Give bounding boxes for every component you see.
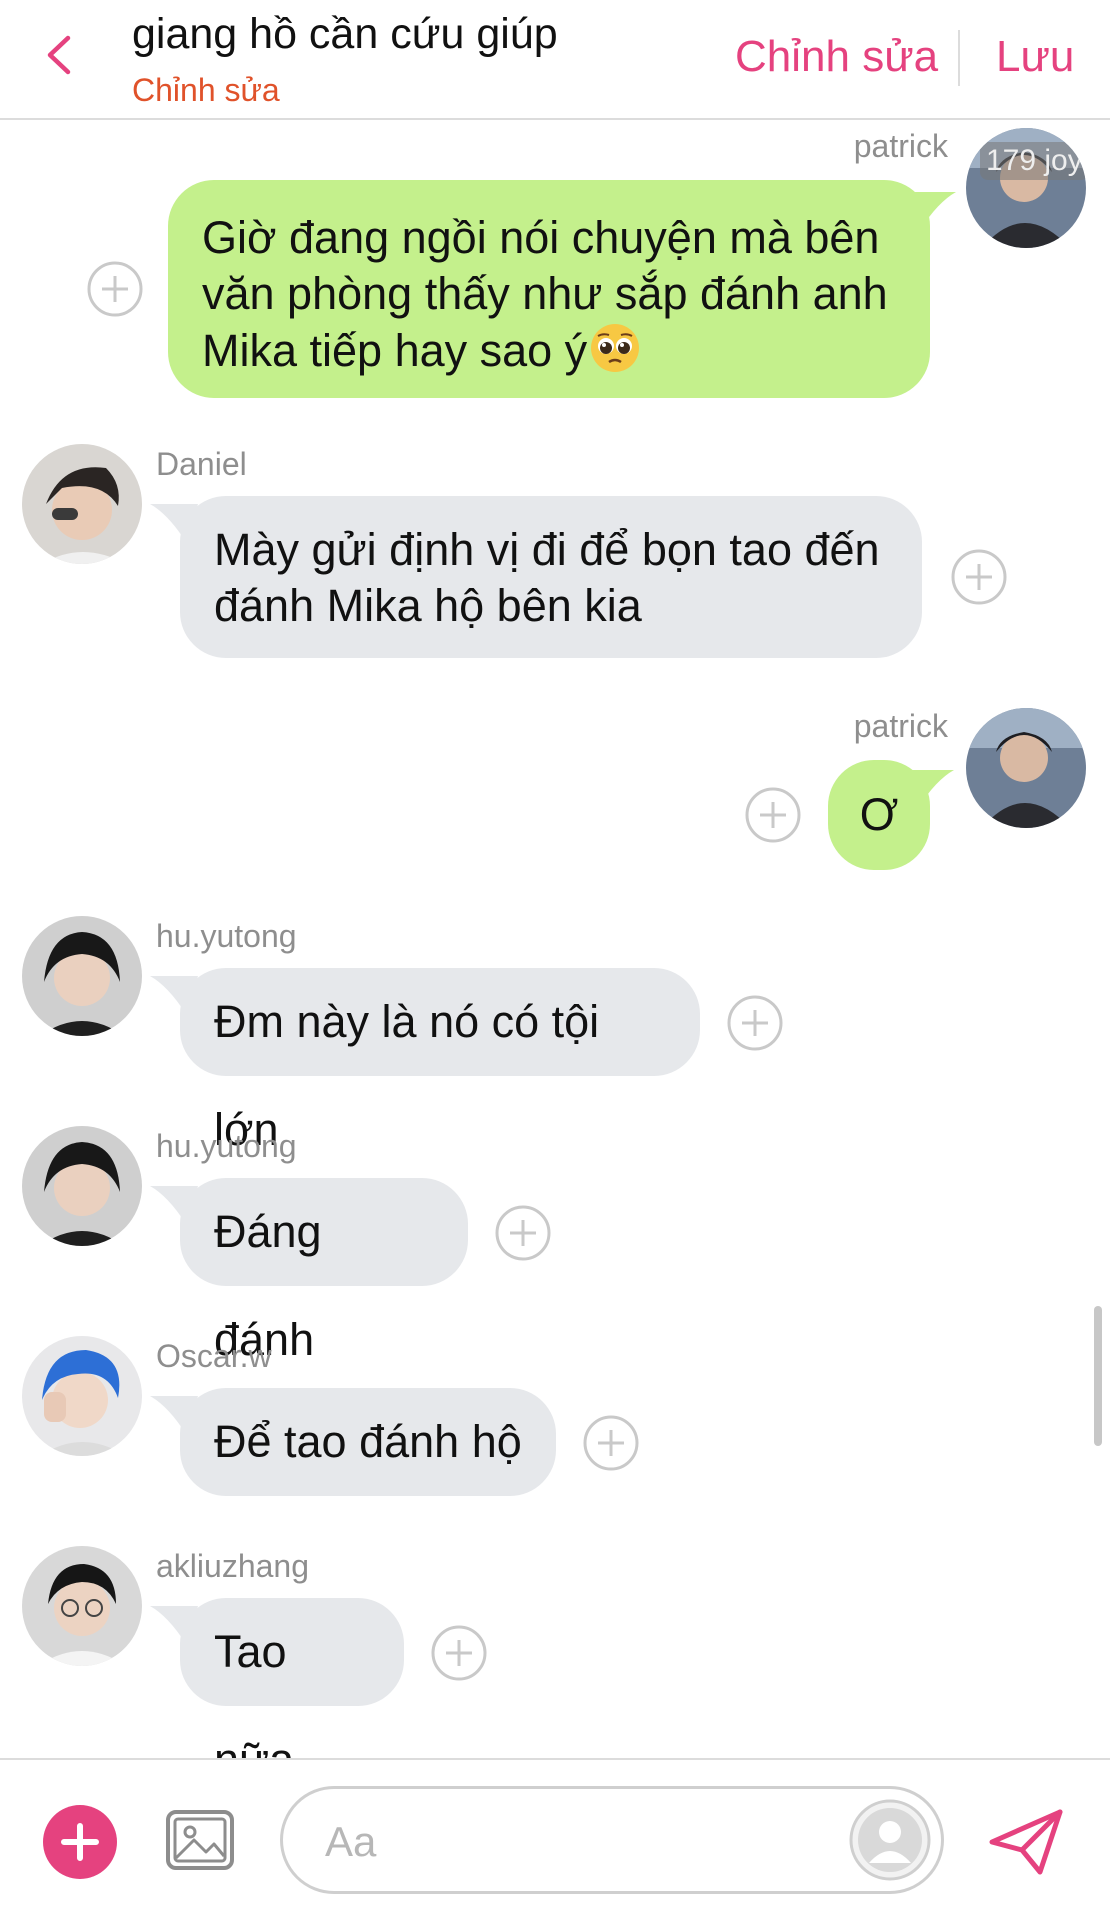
add-reaction-button[interactable] bbox=[582, 1414, 640, 1472]
avatar[interactable] bbox=[22, 1336, 142, 1456]
avatar[interactable]: 179 joy bbox=[966, 128, 1086, 248]
back-button[interactable] bbox=[36, 30, 86, 80]
chat-title: giang hồ cần cứu giúp bbox=[132, 10, 558, 58]
pleading-face-emoji bbox=[591, 324, 640, 372]
chat-header: giang hồ cần cứu giúp Chỉnh sửa Chỉnh sử… bbox=[0, 0, 1110, 120]
sender-name: Oscar.w bbox=[156, 1338, 272, 1374]
sender-name: akliuzhang bbox=[156, 1548, 309, 1584]
message-bubble[interactable]: Tao nữa bbox=[180, 1598, 404, 1785]
message-input[interactable] bbox=[323, 1813, 827, 1871]
add-reaction-button[interactable] bbox=[86, 260, 144, 318]
avatar[interactable] bbox=[22, 444, 142, 564]
add-reaction-button[interactable] bbox=[430, 1624, 488, 1682]
message-bubble[interactable]: Ơ bbox=[828, 760, 930, 870]
scrollbar[interactable] bbox=[1094, 1306, 1102, 1446]
avatar-overlay-text: 179 joy bbox=[980, 142, 1086, 180]
chat-subtitle[interactable]: Chỉnh sửa bbox=[132, 72, 280, 109]
image-button[interactable] bbox=[164, 1804, 236, 1876]
save-button[interactable]: Lưu bbox=[996, 32, 1074, 82]
add-button[interactable] bbox=[42, 1804, 118, 1880]
message-bubble[interactable]: Mày gửi định vị đi để bọn tao đến đánh M… bbox=[180, 496, 922, 658]
add-reaction-button[interactable] bbox=[726, 994, 784, 1052]
message-bubble[interactable]: Giờ đang ngồi nói chuyện mà bên văn phòn… bbox=[168, 180, 930, 398]
chevron-left-icon bbox=[47, 35, 71, 75]
message-bubble[interactable]: Đm này là nó có tội lớn bbox=[180, 968, 700, 1155]
sender-name: hu.yutong bbox=[156, 1128, 297, 1164]
person-icon bbox=[879, 1821, 901, 1843]
profile-button[interactable] bbox=[849, 1799, 931, 1881]
sender-name: Daniel bbox=[156, 446, 247, 482]
add-reaction-button[interactable] bbox=[744, 786, 802, 844]
message-input-wrapper bbox=[280, 1786, 944, 1894]
add-reaction-button[interactable] bbox=[950, 548, 1008, 606]
message-bubble[interactable]: Đáng đánh bbox=[180, 1178, 468, 1365]
avatar[interactable] bbox=[22, 1546, 142, 1666]
message-bubble[interactable]: Để tao đánh hộ bbox=[180, 1388, 556, 1496]
message-line: Mày gửi định vị đi để bọn tao đến bbox=[214, 524, 880, 575]
composer-bar bbox=[0, 1758, 1110, 1922]
message-line: Giờ đang ngồi nói chuyện mà bên bbox=[202, 212, 880, 263]
sender-name: patrick bbox=[853, 708, 948, 744]
sender-name: patrick bbox=[853, 128, 948, 164]
avatar[interactable] bbox=[22, 1126, 142, 1246]
edit-button[interactable]: Chỉnh sửa bbox=[735, 32, 938, 82]
message-line: Ơ bbox=[859, 789, 899, 840]
message-line: đánh Mika hộ bên kia bbox=[214, 580, 642, 631]
sender-name: hu.yutong bbox=[156, 918, 297, 954]
send-button[interactable] bbox=[986, 1806, 1066, 1878]
message-line: Mika tiếp hay sao ý bbox=[202, 325, 588, 376]
header-divider bbox=[958, 30, 960, 86]
avatar[interactable] bbox=[22, 916, 142, 1036]
message-line: Để tao đánh hộ bbox=[214, 1416, 522, 1467]
message-line: văn phòng thấy như sắp đánh anh bbox=[202, 268, 888, 319]
avatar[interactable] bbox=[966, 708, 1086, 828]
add-reaction-button[interactable] bbox=[494, 1204, 552, 1262]
